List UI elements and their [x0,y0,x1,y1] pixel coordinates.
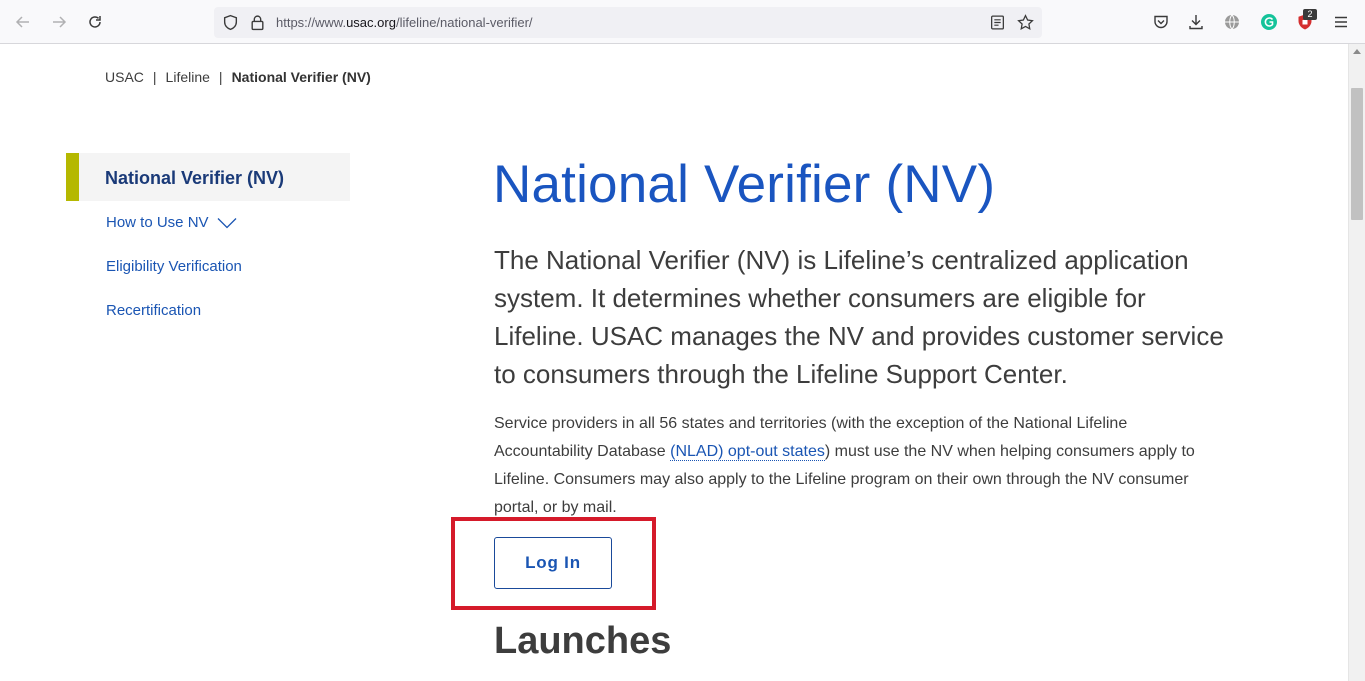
address-bar[interactable]: https://www.usac.org/lifeline/national-v… [214,7,1042,38]
breadcrumb-separator: | [218,69,223,85]
active-indicator-bar [66,153,79,201]
sidenav-item-eligibility-verification[interactable]: Eligibility Verification [106,258,242,275]
bookmark-star-icon[interactable] [1017,14,1034,31]
forward-icon[interactable] [46,9,72,35]
lock-icon[interactable] [249,14,266,31]
reload-icon[interactable] [82,9,108,35]
nlad-opt-out-link[interactable]: (NLAD) opt-out states [670,443,825,461]
extension-badge: 2 [1303,9,1317,20]
breadcrumb-usac[interactable]: USAC [105,69,144,85]
lead-paragraph: The National Verifier (NV) is Lifeline’s… [494,245,1224,389]
url-text: https://www.usac.org/lifeline/national-v… [276,15,533,30]
page-scrollbar[interactable] [1348,44,1365,681]
page-title: National Verifier (NV) [493,155,996,214]
downloads-icon[interactable] [1187,13,1205,31]
scroll-up-arrow-icon[interactable] [1353,49,1361,54]
browser-toolbar: https://www.usac.org/lifeline/national-v… [0,0,1365,44]
globe-extension-icon[interactable] [1223,13,1241,31]
breadcrumb-separator: | [152,69,157,85]
menu-icon[interactable] [1332,13,1350,31]
body-paragraph: Service providers in all 56 states and t… [494,410,1214,522]
pocket-icon[interactable] [1152,13,1170,31]
chevron-down-icon[interactable] [217,217,237,229]
sidenav-item-how-to-use-nv[interactable]: How to Use NV [106,214,237,231]
grammarly-icon[interactable] [1260,13,1278,31]
sidenav-active-label: National Verifier (NV) [105,168,285,188]
log-in-button[interactable]: Log In [494,537,612,589]
sidenav-item-recertification[interactable]: Recertification [106,302,201,319]
reader-view-icon[interactable] [989,14,1006,31]
breadcrumb: USAC | Lifeline | National Verifier (NV) [105,69,371,85]
breadcrumb-current: National Verifier (NV) [231,69,371,85]
tracking-protection-icon[interactable] [222,14,239,31]
breadcrumb-lifeline[interactable]: Lifeline [166,69,210,85]
scroll-thumb[interactable] [1351,88,1363,220]
sidenav-item-national-verifier[interactable]: National Verifier (NV) [66,153,350,201]
back-icon[interactable] [10,9,36,35]
sidenav-item-label: How to Use NV [106,214,209,231]
section-heading-launches: Launches [494,620,672,662]
